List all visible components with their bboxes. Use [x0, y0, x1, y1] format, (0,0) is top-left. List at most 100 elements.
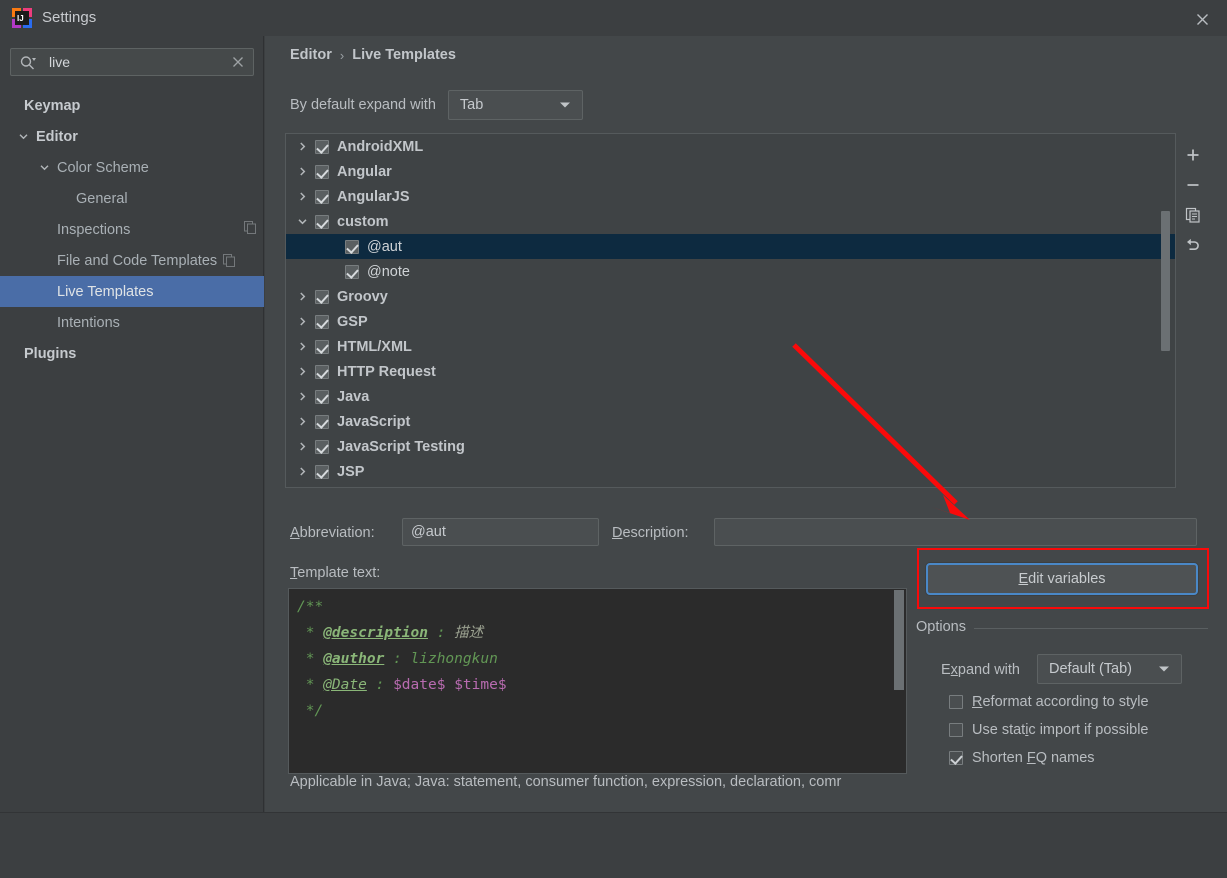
tree-row-label: JSP: [337, 463, 365, 480]
code-line-2-value: 描述: [454, 625, 484, 641]
breadcrumb-separator: ›: [339, 47, 345, 63]
chevron-right-icon[interactable]: [295, 464, 310, 479]
tree-row[interactable]: HTTP Request: [286, 359, 1175, 384]
tree-row[interactable]: custom: [286, 209, 1175, 234]
tree-row-checkbox[interactable]: [315, 314, 329, 329]
chevron-right-icon[interactable]: [295, 189, 310, 204]
chevron-right-icon[interactable]: [295, 314, 310, 329]
chevron-down-icon[interactable]: [295, 214, 310, 229]
expand-with-value: Default (Tab): [1049, 661, 1133, 677]
sidebar-item-live-templates[interactable]: Live Templates: [0, 276, 264, 307]
tree-row[interactable]: JavaScript Testing: [286, 434, 1175, 459]
search-field[interactable]: [10, 48, 254, 76]
chevron-down-icon[interactable]: [37, 161, 51, 175]
applicable-context-text: Applicable in Java; Java: statement, con…: [290, 774, 842, 790]
tree-row-label: AndroidXML: [337, 138, 424, 155]
expand-with-combo[interactable]: Default (Tab): [1037, 654, 1182, 684]
chevron-right-icon[interactable]: [295, 414, 310, 429]
chevron-right-icon[interactable]: [295, 389, 310, 404]
sidebar-item-label: Intentions: [57, 314, 120, 331]
tree-row[interactable]: AndroidXML: [286, 134, 1175, 159]
chevron-right-icon[interactable]: [295, 439, 310, 454]
tree-row[interactable]: HTML/XML: [286, 334, 1175, 359]
code-scrollbar[interactable]: [894, 590, 904, 773]
chevron-right-icon[interactable]: [295, 164, 310, 179]
tree-row-label: Angular: [337, 163, 392, 180]
abbreviation-input[interactable]: [402, 518, 599, 546]
chevron-right-icon[interactable]: [295, 289, 310, 304]
tree-row-checkbox[interactable]: [315, 339, 329, 354]
tree-row[interactable]: Groovy: [286, 284, 1175, 309]
tree-row-label: @aut: [367, 238, 402, 255]
sidebar-item-label: Editor: [36, 128, 78, 145]
tree-row[interactable]: GSP: [286, 309, 1175, 334]
revert-template-button[interactable]: [1179, 230, 1207, 260]
option-checkbox[interactable]: [949, 723, 963, 737]
tree-row-checkbox[interactable]: [315, 289, 329, 304]
template-text-editor[interactable]: /** * @description : 描述 * @author : lizh…: [288, 588, 907, 774]
default-expand-combo[interactable]: Tab: [447, 90, 583, 120]
tree-row-checkbox[interactable]: [315, 414, 329, 429]
sidebar-item-editor[interactable]: Editor: [0, 121, 264, 152]
sidebar-item-general[interactable]: General: [0, 183, 264, 214]
sidebar-item-keymap[interactable]: Keymap: [0, 90, 264, 121]
tree-row-checkbox[interactable]: [315, 439, 329, 454]
code-line-2-colon: :: [427, 625, 455, 641]
tree-row[interactable]: JSP: [286, 459, 1175, 484]
clear-icon[interactable]: [230, 54, 246, 70]
option-checkbox[interactable]: [949, 751, 963, 765]
tree-row[interactable]: @aut: [286, 234, 1175, 259]
code-line-2-tag: @description: [323, 625, 428, 641]
chevron-right-icon[interactable]: [295, 139, 310, 154]
edit-variables-label: Edit variables: [1018, 571, 1105, 587]
search-input[interactable]: [47, 49, 225, 75]
sidebar-item-intentions[interactable]: Intentions: [0, 307, 264, 338]
add-template-button[interactable]: [1179, 140, 1207, 170]
tree-row-checkbox[interactable]: [315, 189, 329, 204]
option-checkbox[interactable]: [949, 695, 963, 709]
tree-row-checkbox[interactable]: [315, 364, 329, 379]
code-line-2-prefix: *: [297, 625, 324, 641]
tree-scrollbar-thumb[interactable]: [1161, 211, 1170, 351]
tree-scrollbar[interactable]: [1161, 134, 1170, 487]
breadcrumb-parent[interactable]: Editor: [290, 47, 332, 63]
breadcrumb: Editor › Live Templates: [290, 47, 456, 63]
description-input[interactable]: [714, 518, 1197, 546]
tree-row[interactable]: AngularJS: [286, 184, 1175, 209]
duplicate-template-button[interactable]: [1179, 200, 1207, 230]
tree-row[interactable]: JavaScript: [286, 409, 1175, 434]
close-icon[interactable]: [1191, 8, 1213, 30]
dialog-button-bar: ? OK Cancel Apply https://blog.csdn.net/…: [0, 813, 1227, 878]
code-line-3-value: lizhongkun: [410, 651, 498, 667]
tree-row-checkbox[interactable]: [315, 214, 329, 229]
sidebar-item-file-and-code-templates[interactable]: File and Code Templates: [0, 245, 264, 276]
edit-variables-button[interactable]: Edit variables: [926, 563, 1198, 595]
live-templates-tree[interactable]: AndroidXML Angular AngularJS custom @aut @not…: [285, 133, 1176, 488]
tree-row-checkbox[interactable]: [315, 464, 329, 479]
option-reformat-according-to-style[interactable]: Reformat according to style: [949, 694, 1149, 710]
tree-row[interactable]: @note: [286, 259, 1175, 284]
option-shorten-fq-names[interactable]: Shorten FQ names: [949, 750, 1095, 766]
svg-text:IJ: IJ: [17, 14, 24, 23]
chevron-right-icon[interactable]: [295, 364, 310, 379]
option-use-static-import-if-possible[interactable]: Use static import if possible: [949, 722, 1149, 738]
window-title: Settings: [42, 9, 97, 26]
template-code-content[interactable]: /** * @description : 描述 * @author : lizh…: [289, 589, 906, 729]
tree-row-checkbox[interactable]: [315, 139, 329, 154]
remove-template-button[interactable]: [1179, 170, 1207, 200]
tree-row-checkbox[interactable]: [315, 389, 329, 404]
chevron-right-icon[interactable]: [295, 339, 310, 354]
chevron-down-icon[interactable]: [16, 130, 30, 144]
sidebar-item-label: Inspections: [57, 221, 131, 238]
tree-row[interactable]: Java: [286, 384, 1175, 409]
tree-row[interactable]: Angular: [286, 159, 1175, 184]
code-scrollbar-thumb[interactable]: [894, 590, 904, 690]
tree-row-label: custom: [337, 213, 389, 230]
sidebar-item-inspections[interactable]: Inspections: [0, 214, 264, 245]
sidebar-item-color-scheme[interactable]: Color Scheme: [0, 152, 264, 183]
default-expand-row: By default expand with Tab: [290, 90, 583, 120]
tree-row-checkbox[interactable]: [345, 264, 359, 279]
tree-row-checkbox[interactable]: [315, 164, 329, 179]
sidebar-item-plugins[interactable]: Plugins: [0, 338, 264, 369]
tree-row-checkbox[interactable]: [345, 239, 359, 254]
